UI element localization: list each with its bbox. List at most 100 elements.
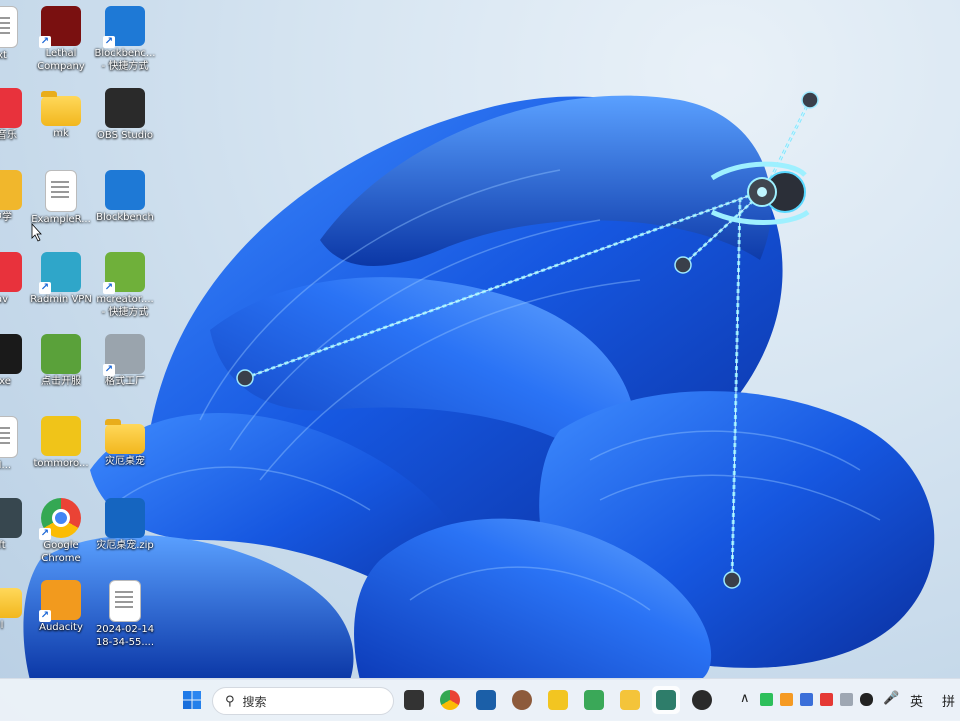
taskbar-pycharm-button[interactable] [472, 686, 500, 714]
obs-studio-icon [105, 88, 145, 128]
pet-zip-icon [105, 498, 145, 538]
chrome-icon [440, 690, 460, 710]
desktop-icon-label: 2024-02-14 18-34-55.... [95, 624, 155, 648]
taskbar-obs-app-button[interactable] [688, 686, 716, 714]
desktop-icon-label: Audacity [39, 622, 83, 633]
tray-ime-mode[interactable]: 拼 [942, 691, 955, 710]
taskbar-file-explorer-button[interactable] [616, 686, 644, 714]
desktop-icon-mk-folder[interactable]: mk [25, 84, 97, 141]
taskbar-search[interactable]: ⚲ 搜索 [212, 687, 394, 715]
desktop-icon-google-chrome[interactable]: ↗ Google Chrome [25, 494, 97, 565]
mk-folder-icon [41, 91, 81, 126]
desktop-icon-tommoro[interactable]: tommoro... [25, 412, 97, 471]
shortcut-arrow-icon: ↗ [39, 610, 51, 622]
tray-microphone-icon[interactable]: 🎤 [883, 691, 899, 706]
file-explorer-icon [620, 690, 640, 710]
app-leaf-icon [584, 690, 604, 710]
partial-txt-icon [0, 6, 18, 48]
netease-music-icon [0, 88, 22, 128]
desktop-icon-format-factory[interactable]: ↗ 格式工厂 [89, 330, 161, 389]
pycharm-icon [476, 690, 496, 710]
blockbench-shortcut-icon: ↗ [103, 6, 145, 48]
desktop-icon-label: 格式工厂 [105, 376, 145, 387]
desktop-icon-lethal-company[interactable]: ↗ Lethal Company [25, 2, 97, 73]
tommoro-icon [41, 416, 81, 456]
desktop-icon-radmin-vpn[interactable]: ↗ Radmin VPN [25, 248, 97, 307]
desktop-icon-example-file[interactable]: ExampleR... [25, 166, 97, 227]
blockbench-icon [105, 170, 145, 210]
tray-input-language[interactable]: 英 [910, 691, 923, 710]
pet-orb-3 [801, 91, 819, 109]
start-button[interactable] [178, 686, 206, 714]
tray-overflow-chevron-icon[interactable]: ∧ [740, 691, 750, 706]
desktop-icon-video-file[interactable]: 2024-02-14 18-34-55.... [89, 576, 161, 649]
shortcut-arrow-icon: ↗ [39, 36, 51, 48]
partial-ft-icon [0, 498, 22, 538]
taskbar-active-app-button[interactable] [652, 686, 680, 714]
tray-box-icon[interactable] [840, 693, 853, 706]
desktop-icon-label: tommoro... [33, 458, 89, 469]
desktop-icon-start-server[interactable]: 点击开服 [25, 330, 97, 389]
desktop-icon-label: Blockbenc... - 快捷方式 [94, 48, 156, 72]
desktop-icon-label: Lethal Company [37, 48, 85, 72]
shortcut-arrow-icon: ↗ [39, 528, 51, 540]
desktop-icon-blockbench[interactable]: Blockbench [89, 166, 161, 225]
search-icon: ⚲ [225, 693, 235, 709]
desktop-icon-blockbench-shortcut[interactable]: ↗ Blockbenc... - 快捷方式 [89, 2, 161, 73]
partial-school-icon [0, 170, 22, 210]
start-server-icon [41, 334, 81, 374]
desktop-icon-label: 灾厄桌宠 [105, 456, 145, 467]
mcreator-icon: ↗ [103, 252, 145, 294]
desktop-icon-label: 点击开服 [41, 376, 81, 387]
mouse-cursor [31, 222, 42, 242]
google-chrome-icon: ↗ [39, 498, 81, 540]
taskbar: ⚲ 搜索 ∧ 🎤 英 拼 [0, 678, 960, 721]
obs-app-icon [692, 690, 712, 710]
active-app-icon [656, 690, 676, 710]
shortcut-arrow-icon: ↗ [103, 364, 115, 376]
tray-wechat-icon[interactable] [760, 693, 773, 706]
pet-orb-1 [236, 369, 254, 387]
partial-av-icon [0, 252, 22, 292]
desktop-icon-label: Radmin VPN [30, 294, 92, 305]
tray-shield-icon[interactable] [800, 693, 813, 706]
desktop-icon-label: 灾厄桌宠.zip [96, 540, 154, 551]
desktop-icon-mcreator[interactable]: ↗ mcreator.... - 快捷方式 [89, 248, 161, 319]
desktop-icon-obs-studio[interactable]: OBS Studio [89, 84, 161, 143]
taskbar-chrome-button[interactable] [436, 686, 464, 714]
desktop-icon-label: Google Chrome [41, 540, 81, 564]
windows-logo-icon [183, 691, 201, 709]
taskbar-app-leaf-button[interactable] [580, 686, 608, 714]
desktop-icon-label: OBS Studio [97, 130, 153, 141]
radmin-vpn-icon: ↗ [39, 252, 81, 294]
lethal-company-icon: ↗ [39, 6, 81, 48]
taskbar-minecraft-head-button[interactable] [508, 686, 536, 714]
shortcut-arrow-icon: ↗ [103, 36, 115, 48]
desktop-icon-audacity[interactable]: ↗ Audacity [25, 576, 97, 635]
example-file-icon [45, 170, 77, 212]
shortcut-arrow-icon: ↗ [39, 282, 51, 294]
taskbar-task-view-button[interactable] [400, 686, 428, 714]
video-file-icon [109, 580, 141, 622]
desktop-icon-label: mcreator.... - 快捷方式 [96, 294, 154, 318]
minecraft-head-icon [512, 690, 532, 710]
audacity-icon: ↗ [39, 580, 81, 622]
desktop-icon-label: ExampleR... [31, 214, 91, 225]
shortcut-arrow-icon: ↗ [103, 282, 115, 294]
pet-orb-4 [723, 571, 741, 589]
desktop-icon-pet-zip[interactable]: 灾厄桌宠.zip [89, 494, 161, 553]
partial-folder-icon [0, 588, 22, 618]
app-yellow-icon [548, 690, 568, 710]
task-view-icon [404, 690, 424, 710]
search-placeholder: 搜索 [242, 694, 267, 709]
tray-security-icon[interactable] [820, 693, 833, 706]
pet-orb-2 [674, 256, 692, 274]
taskbar-app-yellow-button[interactable] [544, 686, 572, 714]
tray-app-orange-icon[interactable] [780, 693, 793, 706]
desktop-icon-pet-folder[interactable]: 灾厄桌宠 [89, 412, 161, 469]
desktop-icon-label: mk [53, 128, 69, 139]
pet-folder-icon [105, 419, 145, 454]
partial-m-icon [0, 416, 18, 458]
tray-qq-icon[interactable] [860, 693, 873, 706]
format-factory-icon: ↗ [103, 334, 145, 376]
